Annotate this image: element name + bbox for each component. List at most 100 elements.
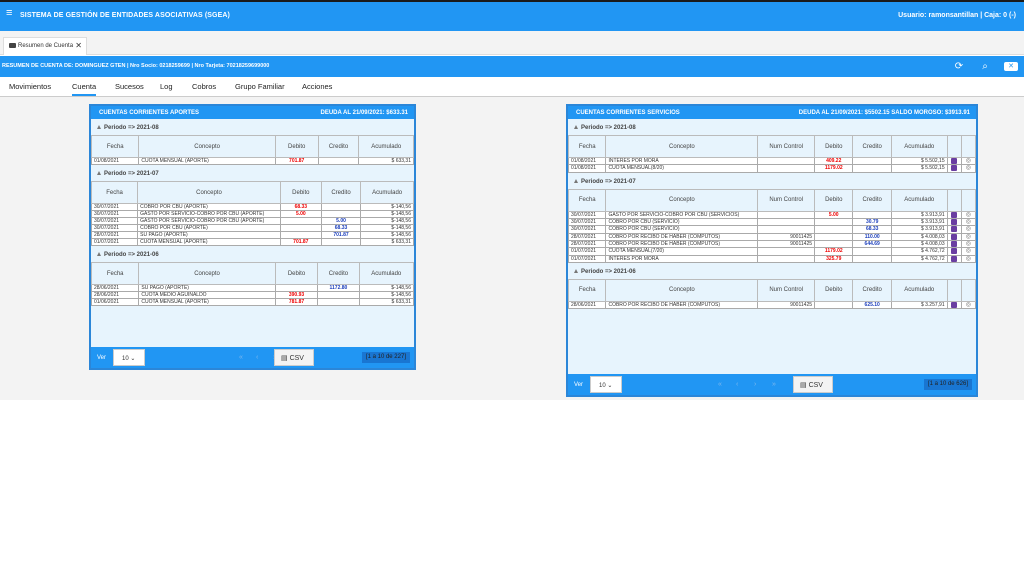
document-icon[interactable]	[951, 226, 958, 233]
document-cell[interactable]	[946, 247, 962, 256]
view-cell[interactable]: ◎	[960, 247, 977, 256]
document-cell[interactable]	[946, 300, 962, 310]
tab-sucesos[interactable]: Sucesos	[115, 82, 144, 91]
document-icon[interactable]	[951, 241, 958, 247]
table-row[interactable]: 30/07/2021 COBRO POR CBU (APORTE) 68.33 $-1…	[90, 203, 414, 211]
prev-page-icon[interactable]: ‹	[256, 354, 258, 361]
menu-icon[interactable]: ≡	[6, 7, 12, 19]
table-row[interactable]: 01/07/2021 INTERES POR MORA 325.79 $ 4.762,…	[567, 254, 977, 263]
document-cell[interactable]	[946, 164, 962, 173]
table-row[interactable]: 30/07/2021 COBRO POR CBU (APORTE) 68.33 $-1…	[90, 224, 414, 232]
view-cell[interactable]: ◎	[960, 300, 977, 310]
collapse-icon[interactable]	[574, 125, 578, 129]
document-icon[interactable]	[951, 219, 958, 225]
page-size-select[interactable]: 10 ⌄	[590, 376, 622, 393]
table-row[interactable]: 01/06/2021 CUOTA MENSUAL (APORTE) 781.87 $ …	[90, 298, 415, 306]
period-header[interactable]: Periodo => 2021-07	[568, 177, 976, 189]
collapse-icon[interactable]	[97, 252, 101, 256]
table-row[interactable]: 28/06/2021 COBRO POR RECIBO DE HABER (COM…	[567, 300, 977, 310]
table-row[interactable]: 01/08/2021 CUOTA MENSUAL(8/20) 1179.02 $ 5.…	[567, 164, 977, 173]
document-icon[interactable]	[951, 165, 958, 172]
view-cell[interactable]: ◎	[960, 217, 977, 227]
view-cell[interactable]: ◎	[960, 225, 977, 234]
collapse-icon[interactable]	[97, 171, 101, 175]
table-row[interactable]: 30/07/2021 COBRO POR CBU (SERVICIO) 30.79 $…	[567, 217, 977, 227]
table-row[interactable]: 30/07/2021 GASTO POR SERVICIO-COBRO POR C…	[90, 210, 414, 218]
document-icon[interactable]	[951, 302, 958, 308]
view-cell[interactable]: ◎	[960, 232, 977, 241]
table-header-row: Fecha Concepto Debito Credito Acumulado	[90, 135, 414, 158]
tab-log[interactable]: Log	[160, 82, 173, 91]
period-header[interactable]: Periodo => 2021-06	[91, 250, 414, 262]
table-row[interactable]: 30/07/2021 GASTO POR SERVICIO-COBRO POR C…	[567, 210, 977, 220]
search-icon[interactable]: ⌕	[978, 60, 992, 73]
view-cell[interactable]: ◎	[960, 164, 977, 173]
collapse-icon[interactable]	[574, 178, 578, 183]
view-icon[interactable]: ◎	[966, 220, 971, 225]
period-header[interactable]: Periodo => 2021-08	[91, 123, 414, 135]
next-page-icon[interactable]: ›	[754, 381, 756, 388]
document-cell[interactable]	[946, 225, 962, 234]
table-row[interactable]: 28/06/2021 CUOTA MEDIO AGUINALDO 390.93 $-1…	[90, 291, 415, 299]
view-icon[interactable]: ◎	[966, 212, 971, 217]
csv-button[interactable]: ▤ CSV	[274, 349, 314, 366]
tab-cuenta[interactable]: Cuenta	[72, 82, 97, 96]
document-cell[interactable]	[946, 254, 962, 263]
view-icon[interactable]: ◎	[966, 249, 971, 254]
view-cell[interactable]: ◎	[960, 156, 977, 166]
document-icon[interactable]	[951, 212, 958, 218]
document-icon[interactable]	[951, 158, 958, 164]
view-icon[interactable]: ◎	[966, 256, 971, 261]
document-cell[interactable]	[946, 210, 962, 220]
prev-page-icon[interactable]: ‹	[736, 381, 738, 388]
table-cell: 90011425	[757, 232, 815, 241]
view-cell[interactable]: ◎	[960, 210, 977, 220]
document-cell[interactable]	[946, 217, 962, 227]
last-page-icon[interactable]: »	[772, 381, 776, 388]
view-icon[interactable]: ◎	[966, 303, 971, 308]
collapse-icon[interactable]	[97, 125, 101, 129]
document-icon[interactable]	[951, 256, 958, 262]
view-cell[interactable]: ◎	[960, 239, 977, 249]
document-icon[interactable]	[951, 234, 958, 240]
view-icon[interactable]: ◎	[966, 159, 971, 164]
tab-acciones[interactable]: Acciones	[302, 82, 332, 91]
document-icon[interactable]	[951, 248, 958, 255]
close-icon[interactable]: ✕	[75, 41, 82, 50]
table-row[interactable]: 01/08/2021 INTERES POR MORA 409.22 $ 5.502,…	[567, 156, 977, 166]
view-cell[interactable]: ◎	[960, 254, 977, 263]
csv-button[interactable]: ▤ CSV	[793, 376, 833, 393]
period-header[interactable]: Periodo => 2021-07	[91, 169, 414, 181]
page-size-select[interactable]: 10 ⌄	[113, 349, 145, 366]
document-cell[interactable]	[946, 156, 962, 166]
view-icon[interactable]: ◎	[966, 227, 971, 232]
first-page-icon[interactable]: «	[718, 381, 722, 388]
table-row[interactable]: 28/07/2021 SU PAGO (APORTE) 701.87 $-148,56	[90, 231, 414, 239]
tab-cobros[interactable]: Cobros	[192, 82, 216, 91]
view-icon[interactable]: ◎	[966, 234, 971, 239]
document-cell[interactable]	[946, 239, 962, 249]
table-row[interactable]: 01/08/2021 CUOTA MENSUAL (APORTE) 701.87 $ …	[90, 157, 414, 165]
first-page-icon[interactable]: «	[239, 354, 243, 361]
table-row[interactable]: 01/07/2021 CUOTA MENSUAL (APORTE) 701.87 $ …	[90, 238, 414, 246]
column-header: Acumulado	[358, 135, 414, 158]
tab-movimientos[interactable]: Movimientos	[9, 82, 51, 91]
table-row[interactable]: 28/07/2021 COBRO POR RECIBO DE HABER (COM…	[567, 232, 977, 241]
table-row[interactable]: 28/06/2021 SU PAGO (APORTE) 1172.80 $-148,5…	[90, 284, 415, 292]
table-row[interactable]: 01/07/2021 CUOTA MENSUAL(7/20) 1179.02 $ 4.…	[567, 247, 977, 256]
column-header: Num Control	[757, 135, 815, 158]
user-info[interactable]: Usuario: ramonsantillan | Caja: 0 (-)	[898, 12, 1016, 19]
collapse-icon[interactable]	[574, 268, 578, 273]
period-header[interactable]: Periodo => 2021-06	[568, 267, 976, 279]
view-icon[interactable]: ◎	[966, 242, 971, 247]
view-icon[interactable]: ◎	[966, 166, 971, 171]
tab-grupo-familiar[interactable]: Grupo Familiar	[235, 82, 285, 91]
close-icon[interactable]: ✕	[1004, 62, 1018, 71]
refresh-icon[interactable]: ⟳	[952, 60, 966, 73]
table-row[interactable]: 30/07/2021 GASTO POR SERVICIO-COBRO POR C…	[90, 217, 414, 225]
table-row[interactable]: 28/07/2021 COBRO POR RECIBO DE HABER (COM…	[567, 239, 977, 249]
tab-resumen-cuenta[interactable]: Resumen de Cuenta ✕	[3, 37, 87, 55]
document-cell[interactable]	[946, 232, 962, 241]
table-row[interactable]: 30/07/2021 COBRO POR CBU (SERVICIO) 68.33 $…	[567, 225, 977, 234]
period-header[interactable]: Periodo => 2021-08	[568, 123, 976, 135]
